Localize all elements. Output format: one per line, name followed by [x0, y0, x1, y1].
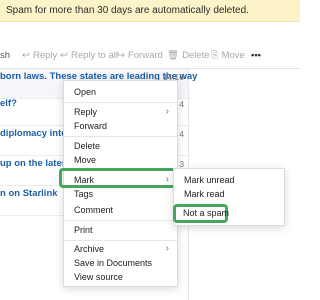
email-subject: elf?	[0, 98, 17, 109]
refresh-button[interactable]: sh	[0, 50, 10, 61]
menu-item-label: Print	[74, 225, 93, 235]
menu-item-label: Save in Documents	[74, 258, 153, 268]
reply-all-button[interactable]: ↩ Reply to all	[60, 50, 118, 61]
menu-item-label: Comment	[74, 205, 114, 215]
menu-divider	[64, 136, 177, 137]
mark-highlight	[59, 168, 182, 188]
email-time: 4	[179, 129, 184, 139]
trash-icon: 🗑	[167, 50, 180, 61]
folder-move-icon: ⎘	[211, 50, 219, 61]
menu-item-view-source[interactable]: View source	[64, 269, 177, 285]
menu-item-open[interactable]: Open	[64, 84, 177, 100]
banner-text: Spam for more than 30 days are automatic…	[6, 5, 249, 16]
delete-button[interactable]: 🗑 Delete	[167, 50, 210, 61]
message-toolbar: sh ↩ Reply ↩ Reply to all ↪ Forward 🗑 Delete…	[0, 44, 300, 68]
move-label: Move	[221, 50, 245, 61]
reply-arrow-icon: ↩	[22, 50, 30, 61]
menu-item-label: Reply	[74, 107, 98, 117]
menu-item-comment[interactable]: Comment	[64, 202, 177, 218]
delete-label: Delete	[182, 50, 210, 61]
more-actions-button[interactable]: •••	[251, 50, 261, 61]
refresh-label: sh	[0, 50, 11, 61]
move-button[interactable]: ⎘ Move	[211, 50, 245, 61]
menu-item-label: Delete	[74, 141, 101, 151]
menu-item-mark-read[interactable]: Mark read	[174, 186, 284, 202]
menu-item-print[interactable]: Print	[64, 222, 177, 238]
menu-item-label: Archive	[74, 244, 105, 254]
submenu-item-label: Mark unread	[184, 175, 235, 185]
menu-divider	[64, 220, 177, 221]
menu-item-label: View source	[74, 272, 123, 282]
reply-all-label: Reply to all	[70, 50, 118, 61]
email-time: 4	[179, 99, 184, 109]
reply-label: Reply	[32, 50, 58, 61]
menu-item-label: Tags	[74, 189, 94, 199]
not-spam-label: Not a spam	[183, 208, 230, 218]
submenu-item-label: Mark read	[184, 189, 225, 199]
reply-all-icon: ↩	[60, 50, 68, 61]
menu-item-label: Move	[74, 155, 97, 165]
menu-item-label: Open	[74, 87, 97, 97]
menu-item-forward[interactable]: Forward	[64, 118, 177, 134]
reply-button[interactable]: ↩ Reply	[22, 50, 57, 61]
email-subject: n on Starlink	[0, 188, 58, 199]
menu-divider	[64, 102, 177, 103]
menu-item-not-spam[interactable]: Not a spam	[173, 204, 230, 223]
more-icon: •••	[251, 50, 261, 61]
menu-item-label: Forward	[74, 121, 108, 131]
forward-label: Forward	[127, 50, 163, 61]
menu-item-move[interactable]: Move	[64, 152, 177, 168]
forward-button[interactable]: ↪ Forward	[117, 50, 163, 61]
menu-item-tags[interactable]: Tags	[64, 186, 177, 202]
forward-icon: ↪	[117, 50, 125, 61]
spam-retention-banner: Spam for more than 30 days are automatic…	[0, 0, 300, 22]
